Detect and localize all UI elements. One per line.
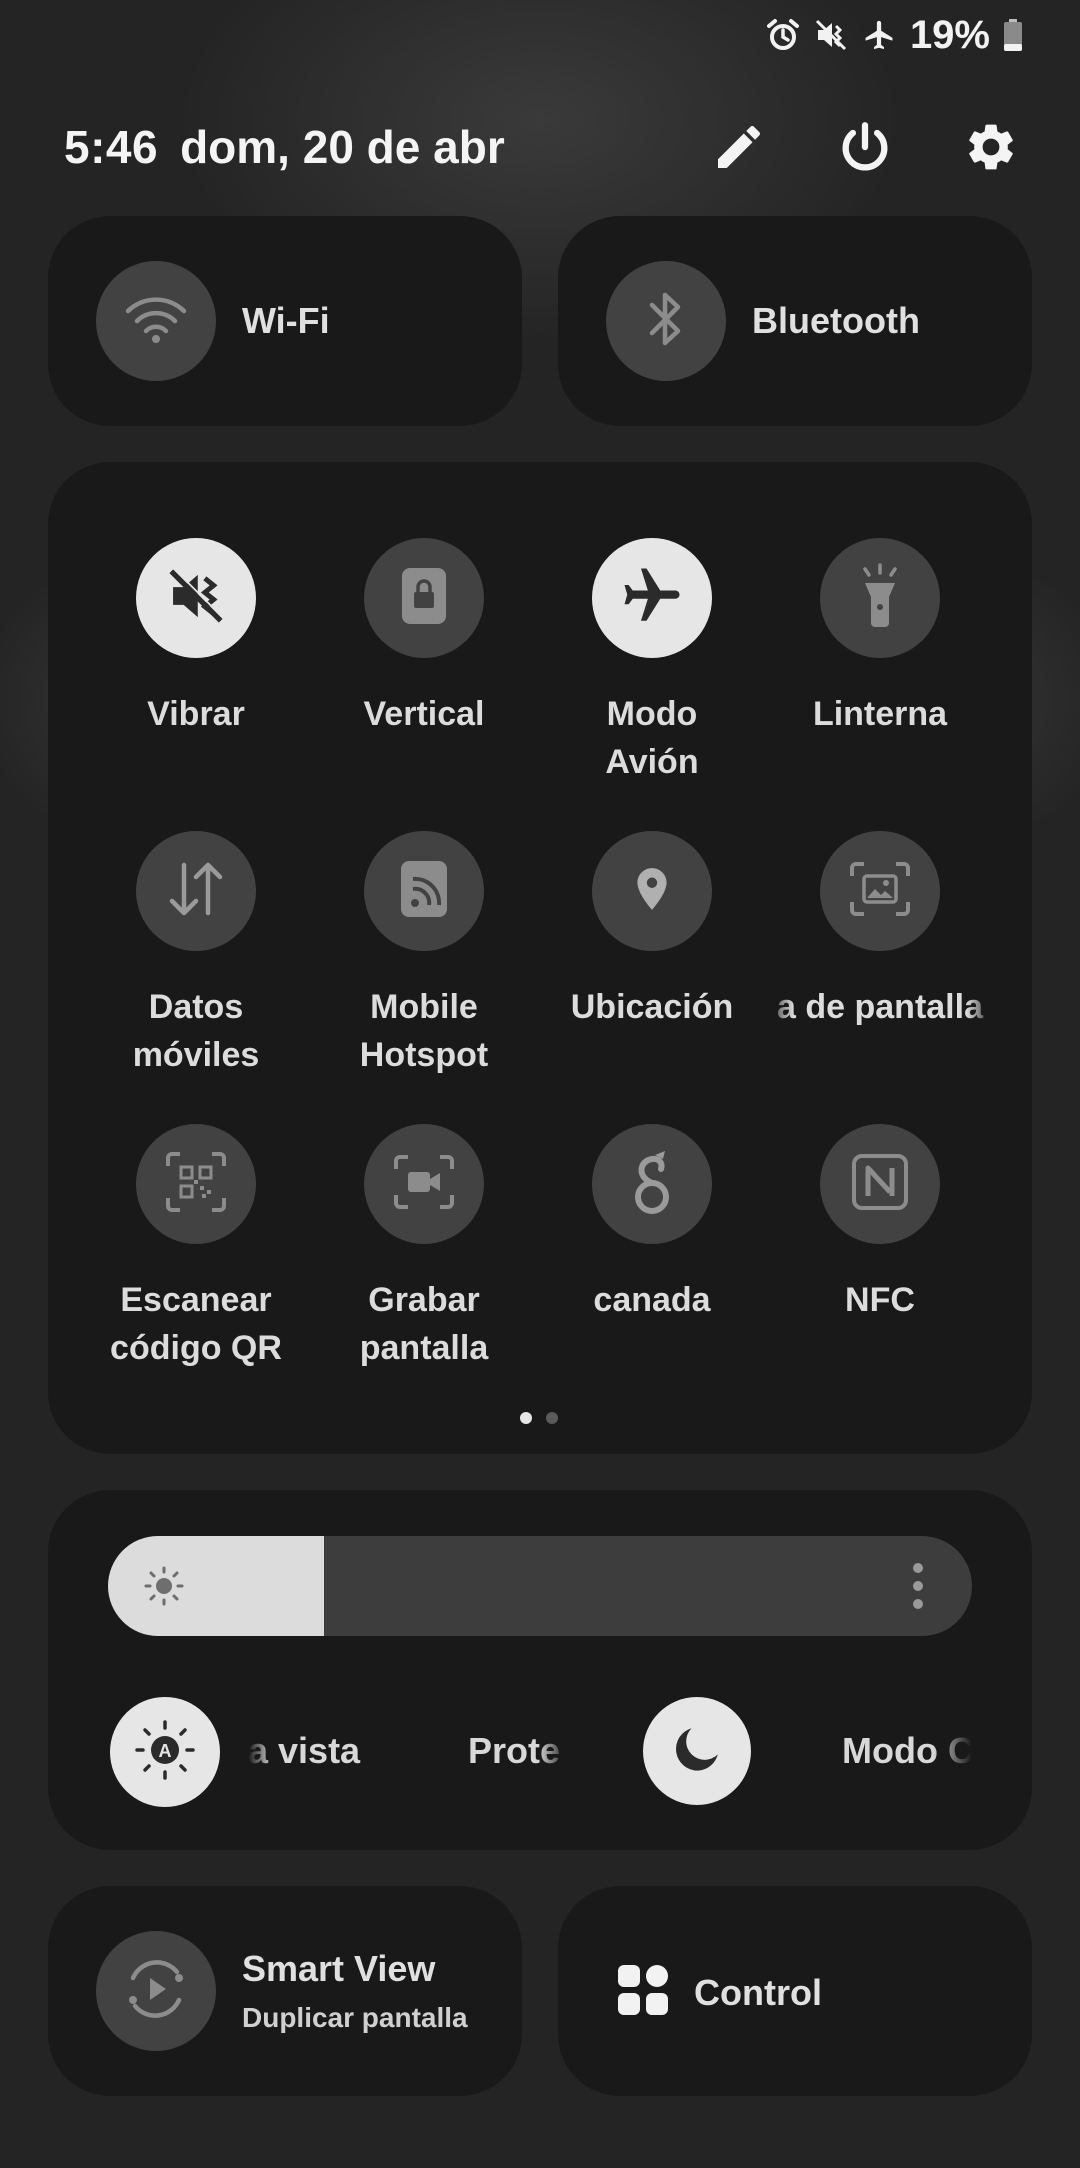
control-icon — [616, 1963, 670, 2022]
hotspot-icon — [399, 859, 449, 924]
status-bar: 19% — [766, 12, 1022, 58]
page-indicator — [520, 1412, 558, 1424]
bluetooth-icon — [644, 287, 688, 356]
tile-label: Ubicación — [570, 988, 734, 1026]
brightness-fill — [108, 1536, 324, 1636]
mobile-data-icon — [164, 859, 228, 924]
tile-screen-record[interactable]: Grabar pantalla — [310, 1124, 538, 1372]
bluetooth-label: Bluetooth — [752, 300, 920, 341]
control-card[interactable]: Control — [558, 1886, 1032, 2096]
more-options-icon[interactable] — [912, 1562, 924, 1615]
bluetooth-toggle[interactable] — [606, 261, 726, 381]
edit-icon[interactable] — [708, 116, 770, 178]
auto-brightness-button[interactable]: A — [110, 1697, 220, 1807]
tile-screen-record-button[interactable] — [364, 1124, 484, 1244]
svg-text:A: A — [159, 1741, 172, 1761]
tile-label: Grabar pantalla — [359, 1281, 489, 1367]
tile-mobile-data[interactable]: Datos móviles — [82, 831, 310, 1079]
tile-label: NFC — [845, 1281, 915, 1319]
eye-comfort-label[interactable]: Prote — [468, 1730, 568, 1772]
tile-label: Vibrar — [147, 695, 245, 733]
battery-icon — [1004, 19, 1022, 51]
tile-nfc[interactable]: NFC — [766, 1124, 994, 1324]
tile-screenshot[interactable]: a de pantalla — [766, 831, 994, 1031]
page-dot-active[interactable] — [520, 1412, 532, 1424]
battery-percent: 19% — [909, 12, 990, 57]
dark-mode-button[interactable] — [643, 1697, 751, 1805]
dark-mode-icon — [671, 1723, 723, 1780]
wifi-label: Wi-Fi — [242, 300, 330, 341]
date: dom, 20 de abr — [180, 121, 505, 173]
smart-view-card[interactable]: Smart View Duplicar pantalla — [48, 1886, 522, 2096]
airplane-icon — [619, 563, 685, 634]
tile-flashlight-button[interactable] — [820, 538, 940, 658]
clock: 5:46 — [64, 121, 159, 173]
brightness-slider[interactable] — [108, 1536, 972, 1636]
tile-mobile-data-button[interactable] — [136, 831, 256, 951]
location-icon — [627, 856, 677, 927]
tile-label: Mobile Hotspot — [359, 988, 489, 1074]
vibrate-mute-icon — [814, 18, 848, 52]
flashlight-icon — [855, 562, 905, 634]
tile-label: Modo Avión — [605, 695, 699, 781]
tile-label: Vertical — [363, 695, 485, 733]
auto-brightness-icon: A — [133, 1718, 197, 1787]
tile-flashlight[interactable]: Linterna — [766, 538, 994, 738]
wireguard-icon — [625, 1147, 679, 1222]
tile-rotation-button[interactable] — [364, 538, 484, 658]
smart-view-title: Smart View — [242, 1948, 436, 1989]
alarm-icon — [766, 18, 800, 52]
smart-view-icon — [121, 1954, 191, 2029]
tile-hotspot[interactable]: Mobile Hotspot — [310, 831, 538, 1079]
screen-record-icon — [392, 1153, 456, 1216]
tile-label: Datos móviles — [132, 988, 260, 1074]
bluetooth-card[interactable]: Bluetooth — [558, 216, 1032, 426]
smart-view-button[interactable] — [96, 1931, 216, 2051]
vibrate-mute-icon — [166, 566, 226, 631]
tile-vibrate[interactable]: Vibrar — [82, 538, 310, 738]
quick-panel-header: 5:46 dom, 20 de abr — [64, 112, 1022, 182]
tile-hotspot-button[interactable] — [364, 831, 484, 951]
control-label: Control — [694, 1971, 822, 2013]
tile-vpn-canada[interactable]: canada — [538, 1124, 766, 1324]
tile-vibrate-button[interactable] — [136, 538, 256, 658]
wifi-toggle[interactable] — [96, 261, 216, 381]
qr-scan-icon — [164, 1150, 228, 1219]
tile-label: Escanear código QR — [110, 1281, 282, 1367]
tile-label: Linterna — [812, 695, 948, 733]
mode-label[interactable]: Modo C — [842, 1730, 972, 1772]
page-dot[interactable] — [546, 1412, 558, 1424]
brightness-icon — [144, 1566, 184, 1611]
tile-qr-scan[interactable]: Escanear código QR — [82, 1124, 310, 1372]
tile-airplane-button[interactable] — [592, 538, 712, 658]
screenshot-icon — [848, 860, 912, 923]
tile-location[interactable]: Ubicación — [538, 831, 766, 1031]
rotation-lock-icon — [398, 566, 450, 631]
tile-airplane[interactable]: Modo Avión — [538, 538, 766, 786]
wifi-icon — [124, 293, 188, 350]
smart-view-subtitle: Duplicar pantalla — [242, 2002, 468, 2033]
tile-qr-scan-button[interactable] — [136, 1124, 256, 1244]
tile-location-button[interactable] — [592, 831, 712, 951]
nfc-icon — [850, 1152, 910, 1217]
wifi-card[interactable]: Wi-Fi — [48, 216, 522, 426]
tile-rotation[interactable]: Vertical — [310, 538, 538, 738]
power-icon[interactable] — [834, 116, 896, 178]
auto-brightness-label: a vista — [248, 1730, 361, 1771]
tile-label: canada — [593, 1281, 711, 1319]
settings-icon[interactable] — [960, 116, 1022, 178]
airplane-icon — [862, 18, 896, 52]
tile-vpn-canada-button[interactable] — [592, 1124, 712, 1244]
tile-screenshot-button[interactable] — [820, 831, 940, 951]
tile-nfc-button[interactable] — [820, 1124, 940, 1244]
tile-label: a de pantalla — [777, 988, 983, 1026]
